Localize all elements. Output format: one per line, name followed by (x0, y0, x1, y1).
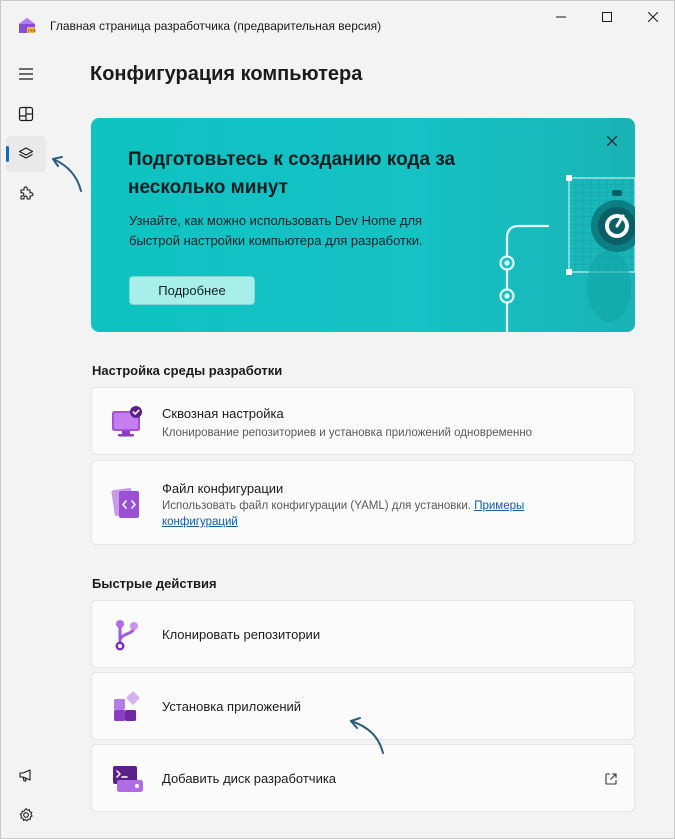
machine-configuration-icon (18, 147, 34, 159)
welcome-banner: Подготовьтесь к созданию кода за несколь… (91, 118, 635, 332)
page-title: Конфигурация компьютера (90, 63, 363, 85)
title-bar: PRE Главная страница разработчика (предв… (1, 1, 674, 35)
dev-drive-icon (113, 766, 143, 792)
minimize-icon (556, 16, 566, 18)
annotation-arrow-icon (52, 156, 82, 192)
extensions-icon (20, 186, 34, 200)
settings-icon (19, 808, 33, 822)
maximize-icon (602, 12, 612, 22)
nav-selection-indicator (6, 146, 9, 162)
configuration-file-card[interactable]: Файл конфигурации Использовать файл конф… (91, 460, 635, 545)
hamburger-menu-icon (19, 68, 33, 80)
nav-item-extensions[interactable] (6, 176, 46, 212)
monitor-check-icon (112, 406, 142, 437)
card-description: Использовать файл конфигурации (YAML) дл… (162, 498, 562, 530)
feedback-icon (19, 769, 31, 782)
card-title: Файл конфигурации (162, 481, 284, 496)
nav-item-dashboard[interactable] (6, 96, 46, 132)
dev-home-window: PRE Главная страница разработчика (предв… (0, 0, 675, 839)
banner-description: Узнайте, как можно использовать Dev Home… (129, 213, 423, 248)
git-branch-icon (115, 620, 138, 651)
nav-item-settings[interactable] (6, 797, 46, 833)
maximize-button[interactable] (584, 1, 630, 33)
dev-home-app-icon: PRE (19, 18, 36, 33)
close-icon (648, 12, 658, 22)
quick-actions-section-title: Быстрые действия (92, 576, 217, 591)
end-to-end-setup-card[interactable]: Сквозная настройка Клонирование репозито… (91, 387, 635, 455)
external-link-icon (605, 773, 617, 785)
nav-item-feedback[interactable] (6, 757, 46, 793)
card-description: Клонирование репозиториев и установка пр… (162, 427, 533, 439)
card-title: Сквозная настройка (162, 406, 284, 421)
nav-item-machine-configuration[interactable] (6, 136, 46, 172)
card-description-text: Использовать файл конфигурации (YAML) дл… (162, 500, 471, 512)
annotation-arrow-icon (350, 717, 384, 754)
card-title: Добавить диск разработчика (162, 771, 337, 786)
apps-install-icon (114, 691, 140, 721)
banner-illustration-icon (499, 175, 635, 332)
card-title: Клонировать репозитории (162, 627, 321, 642)
clone-repositories-card[interactable]: Клонировать репозитории (91, 600, 635, 668)
window-title: Главная страница разработчика (предварит… (50, 19, 382, 33)
banner-close-button[interactable] (603, 132, 621, 150)
nav-menu-toggle[interactable] (6, 56, 46, 92)
learn-more-button[interactable]: Подробнее (129, 276, 255, 305)
configuration-file-icon (111, 487, 139, 518)
svg-text:PRE: PRE (28, 28, 36, 33)
minimize-button[interactable] (538, 1, 584, 33)
close-icon (607, 136, 617, 146)
card-title: Установка приложений (162, 699, 302, 714)
dashboard-icon (18, 106, 34, 122)
close-button[interactable] (630, 1, 675, 33)
banner-title: Подготовьтесь к созданию кода за несколь… (128, 149, 456, 198)
dev-env-section-title: Настройка среды разработки (92, 363, 283, 378)
